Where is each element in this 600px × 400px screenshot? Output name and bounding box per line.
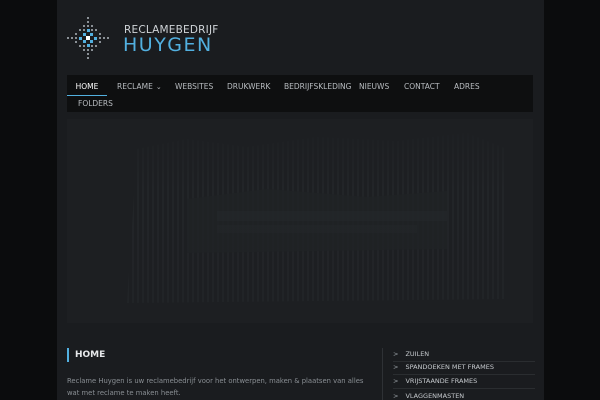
- nav-item-folders[interactable]: FOLDERS: [78, 94, 113, 113]
- page-container: RECLAMEBEDRIJF HUYGEN HOME RECLAME ⌄ WEBS…: [57, 0, 544, 400]
- chevron-down-icon: ⌄: [155, 83, 162, 91]
- chevron-right-icon: >: [393, 392, 399, 400]
- nav-item-drukwerk[interactable]: DRUKWERK: [227, 77, 270, 96]
- nav-label: BEDRIJFSKLEDING: [284, 82, 352, 91]
- nav-label: DRUKWERK: [227, 82, 271, 91]
- nav-label: ADRES: [454, 82, 480, 91]
- nav-item-bedrijfskleding[interactable]: BEDRIJFSKLEDING: [284, 77, 351, 96]
- sidebar-menu: > ZUILEN > SPANDOEKEN MET FRAMES > VRIJSTAA…: [382, 348, 535, 400]
- logo-line2: HUYGEN: [123, 34, 213, 56]
- chevron-right-icon: >: [393, 363, 399, 371]
- logo-mark-icon: [67, 17, 109, 59]
- sidebar-item-spandoeken[interactable]: > SPANDOEKEN MET FRAMES: [393, 361, 535, 375]
- content-section: HOME Reclame Huygen is uw reclamebedrijf…: [57, 327, 544, 400]
- chevron-right-icon: >: [393, 377, 399, 385]
- main-nav: HOME RECLAME ⌄ WEBSITES DRUKWERK BEDRIJFS…: [67, 75, 533, 112]
- hero-image: [67, 119, 533, 323]
- intro-text: Reclame Huygen is uw reclamebedrijf voor…: [67, 377, 364, 397]
- sidebar-item-label: SPANDOEKEN MET FRAMES: [405, 363, 494, 371]
- sidebar-item-label: VLAGGENMASTEN: [405, 392, 465, 400]
- nav-item-reclame[interactable]: RECLAME ⌄: [117, 77, 162, 96]
- nav-label: FOLDERS: [78, 99, 113, 108]
- nav-item-contact[interactable]: CONTACT: [404, 77, 440, 96]
- sidebar-item-label: VRIJSTAANDE FRAMES: [405, 377, 478, 385]
- chevron-right-icon: >: [393, 350, 399, 358]
- nav-item-websites[interactable]: WEBSITES: [175, 77, 213, 96]
- sidebar-item-vrijstaande-frames[interactable]: > VRIJSTAANDE FRAMES: [393, 375, 535, 389]
- logo[interactable]: RECLAMEBEDRIJF HUYGEN: [66, 16, 218, 60]
- nav-label: HOME: [75, 82, 99, 91]
- hero-slider[interactable]: [67, 119, 533, 323]
- sidebar-item-vlaggenmasten[interactable]: > VLAGGENMASTEN: [393, 390, 535, 400]
- nav-label: CONTACT: [404, 82, 440, 91]
- nav-item-nieuws[interactable]: NIEUWS: [359, 77, 389, 96]
- nav-label: RECLAME: [117, 82, 153, 91]
- nav-label: NIEUWS: [359, 82, 390, 91]
- sidebar-item-zuilen[interactable]: > ZUILEN: [393, 348, 535, 362]
- nav-label: WEBSITES: [175, 82, 214, 91]
- nav-item-adres[interactable]: ADRES: [454, 77, 480, 96]
- sidebar-item-label: ZUILEN: [405, 350, 430, 358]
- page-title: HOME: [67, 348, 105, 362]
